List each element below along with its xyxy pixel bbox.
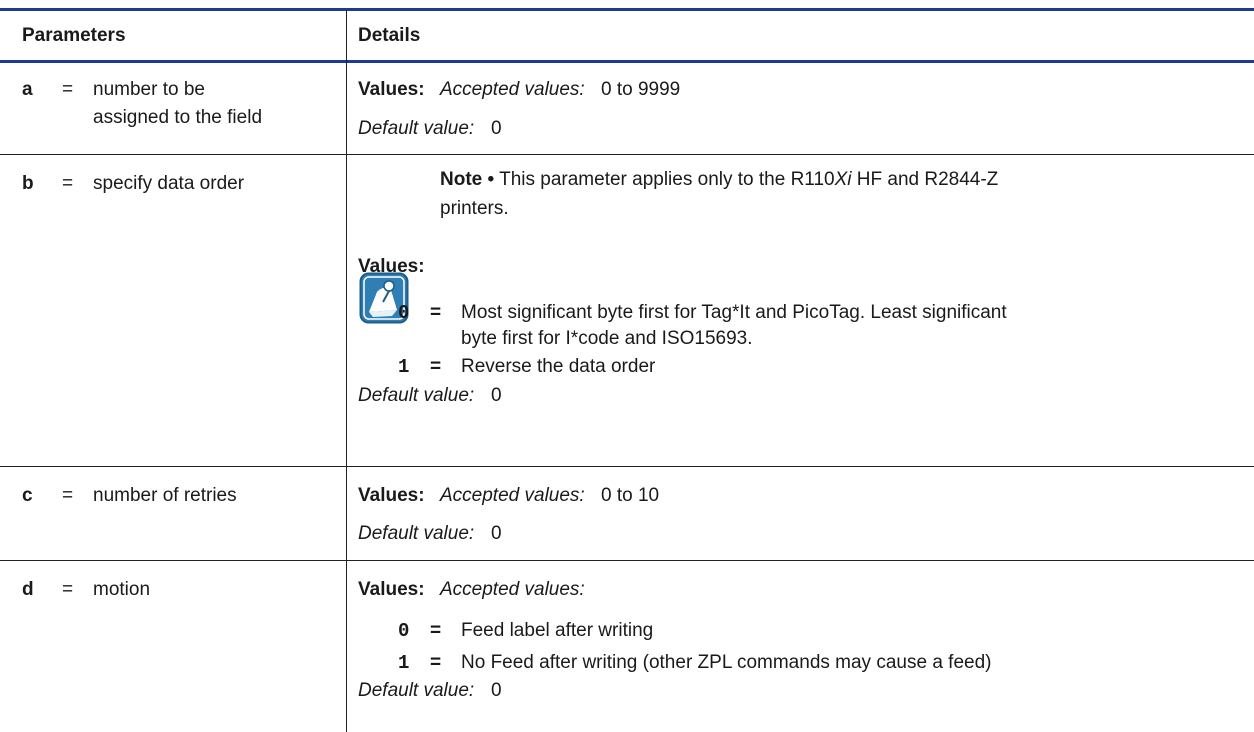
row-divider bbox=[0, 466, 1254, 467]
option-code: 0 bbox=[398, 302, 410, 324]
header-details: Details bbox=[358, 25, 421, 46]
param-letter: d bbox=[22, 579, 34, 600]
note-model-suffix: Xi bbox=[834, 169, 852, 190]
default-value-value: 0 bbox=[491, 523, 502, 544]
table-top-rule bbox=[0, 8, 1254, 11]
option-text: Reverse the data order bbox=[461, 356, 656, 377]
option-code: 1 bbox=[398, 652, 410, 674]
accepted-values-label: Accepted values: bbox=[440, 485, 585, 506]
table-header-rule bbox=[0, 60, 1254, 63]
param-description: number to be bbox=[93, 79, 205, 100]
option-text: Feed label after writing bbox=[461, 620, 654, 641]
accepted-values-value: 0 to 9999 bbox=[601, 79, 681, 100]
note-body: HF and R2844-Z bbox=[856, 169, 999, 190]
row-divider bbox=[0, 154, 1254, 155]
note-body: This parameter applies only to the R110 bbox=[499, 169, 835, 190]
param-equals: = bbox=[62, 79, 74, 100]
param-letter: c bbox=[22, 485, 33, 506]
param-letter: a bbox=[22, 79, 33, 100]
param-description: motion bbox=[93, 579, 151, 600]
default-value-label: Default value: bbox=[358, 385, 475, 406]
param-equals: = bbox=[62, 173, 74, 194]
param-description: number of retries bbox=[93, 485, 237, 506]
default-value-label: Default value: bbox=[358, 523, 475, 544]
header-parameters: Parameters bbox=[22, 25, 126, 46]
values-label: Values: bbox=[358, 256, 425, 277]
note-text-line2: printers. bbox=[440, 198, 509, 219]
param-equals: = bbox=[62, 579, 74, 600]
param-equals: = bbox=[62, 485, 74, 506]
option-text: Most significant byte first for Tag*It a… bbox=[461, 302, 1007, 323]
option-equals: = bbox=[430, 302, 442, 323]
param-letter: b bbox=[22, 173, 34, 194]
column-divider bbox=[346, 10, 347, 732]
values-label: Values: bbox=[358, 79, 425, 100]
default-value-value: 0 bbox=[491, 118, 502, 139]
option-text: No Feed after writing (other ZPL command… bbox=[461, 652, 992, 673]
note-text: Note • This parameter applies only to th… bbox=[440, 168, 998, 192]
default-value-label: Default value: bbox=[358, 118, 475, 139]
option-code: 0 bbox=[398, 620, 410, 642]
row-divider bbox=[0, 560, 1254, 561]
default-value-value: 0 bbox=[491, 680, 502, 701]
option-text: byte first for I*code and ISO15693. bbox=[461, 328, 753, 349]
param-description: assigned to the field bbox=[93, 107, 263, 128]
accepted-values-value: 0 to 10 bbox=[601, 485, 660, 506]
option-equals: = bbox=[430, 620, 442, 641]
note-label: Note • bbox=[440, 169, 495, 190]
option-code: 1 bbox=[398, 356, 410, 378]
param-description: specify data order bbox=[93, 173, 245, 194]
accepted-values-label: Accepted values: bbox=[440, 79, 585, 100]
default-value-value: 0 bbox=[491, 385, 502, 406]
values-label: Values: bbox=[358, 485, 425, 506]
values-label: Values: bbox=[358, 579, 425, 600]
option-equals: = bbox=[430, 652, 442, 673]
accepted-values-label: Accepted values: bbox=[440, 579, 585, 600]
option-equals: = bbox=[430, 356, 442, 377]
default-value-label: Default value: bbox=[358, 680, 475, 701]
